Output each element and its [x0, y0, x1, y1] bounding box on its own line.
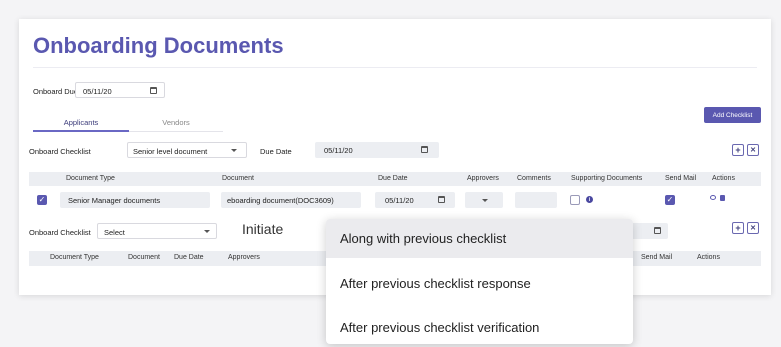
- row-checkbox[interactable]: ✓: [37, 195, 47, 205]
- col-document: Document: [128, 254, 160, 261]
- row-due-date-field[interactable]: 05/11/20: [375, 192, 455, 208]
- document-value: eboarding document(DOC3609): [227, 196, 334, 205]
- checklist-select-2[interactable]: Select: [97, 223, 217, 239]
- onboard-due-input[interactable]: 05/11/20: [75, 82, 165, 98]
- delete-icon[interactable]: [720, 195, 725, 201]
- col-approvers: Approvers: [228, 254, 260, 261]
- col-supporting-documents: Supporting Documents: [571, 175, 643, 182]
- col-actions: Actions: [712, 175, 735, 182]
- chevron-down-icon: [482, 199, 488, 202]
- chevron-down-icon: [231, 149, 237, 152]
- table-row: ✓ Senior Manager documents eboarding doc…: [29, 189, 761, 211]
- col-document: Document: [222, 175, 254, 182]
- close-icon[interactable]: ✕: [747, 144, 759, 156]
- add-icon[interactable]: +: [732, 222, 744, 234]
- tab-vendors[interactable]: Vendors: [129, 118, 223, 127]
- col-send-mail: Send Mail: [665, 175, 697, 182]
- col-due-date: Due Date: [378, 175, 408, 182]
- onboard-checklist-label: Onboard Checklist: [29, 147, 91, 156]
- menu-item-after-response[interactable]: After previous checklist response: [326, 265, 633, 301]
- menu-item-after-verification[interactable]: After previous checklist verification: [326, 309, 633, 345]
- initiate-dropdown-menu: Along with previous checklist After prev…: [326, 219, 633, 344]
- tab-applicants-underline: [33, 130, 129, 132]
- col-document-type: Document Type: [50, 254, 99, 261]
- info-icon[interactable]: i: [586, 196, 593, 203]
- menu-item-along-with-previous[interactable]: Along with previous checklist: [326, 219, 633, 258]
- title-divider: [33, 67, 757, 68]
- checklist-select[interactable]: Senior level document: [127, 142, 247, 158]
- checklist-select-value: Senior level document: [133, 147, 208, 156]
- col-comments: Comments: [517, 175, 551, 182]
- add-checklist-button[interactable]: Add Checklist: [704, 107, 761, 123]
- row-due-date-value: 05/11/20: [385, 196, 414, 205]
- due-date-input[interactable]: 05/11/20: [315, 142, 439, 158]
- due-date-label: Due Date: [260, 147, 292, 156]
- calendar-icon[interactable]: [150, 87, 157, 94]
- due-date-value: 05/11/20: [324, 146, 353, 155]
- document-type-value: Senior Manager documents: [68, 196, 161, 205]
- calendar-icon[interactable]: [421, 146, 428, 153]
- calendar-icon[interactable]: [654, 227, 661, 234]
- tab-vendors-underline: [129, 131, 223, 132]
- col-actions: Actions: [697, 254, 720, 261]
- send-mail-checkbox[interactable]: ✓: [665, 195, 675, 205]
- supporting-checkbox[interactable]: [570, 195, 580, 205]
- onboard-due-value: 05/11/20: [83, 87, 112, 96]
- view-icon[interactable]: [710, 195, 716, 200]
- checklist-select-2-value: Select: [104, 228, 125, 237]
- onboard-due-label: Onboard Due: [33, 87, 79, 96]
- calendar-icon[interactable]: [438, 196, 445, 203]
- col-approvers: Approvers: [467, 175, 499, 182]
- approvers-select[interactable]: [465, 192, 503, 208]
- col-send-mail: Send Mail: [641, 254, 673, 261]
- table1-header: Document Type Document Due Date Approver…: [29, 172, 761, 186]
- close-icon[interactable]: ✕: [747, 222, 759, 234]
- initiate-label: Initiate: [242, 221, 284, 237]
- page-title: Onboarding Documents: [33, 33, 284, 58]
- document-type-field[interactable]: Senior Manager documents: [60, 192, 210, 208]
- tab-applicants[interactable]: Applicants: [33, 118, 129, 127]
- chevron-down-icon: [204, 230, 210, 233]
- onboard-checklist-label-2: Onboard Checklist: [29, 228, 91, 237]
- col-due-date: Due Date: [174, 254, 204, 261]
- comments-field[interactable]: [515, 192, 557, 208]
- add-icon[interactable]: +: [732, 144, 744, 156]
- document-field[interactable]: eboarding document(DOC3609): [221, 192, 361, 208]
- col-document-type: Document Type: [66, 175, 115, 182]
